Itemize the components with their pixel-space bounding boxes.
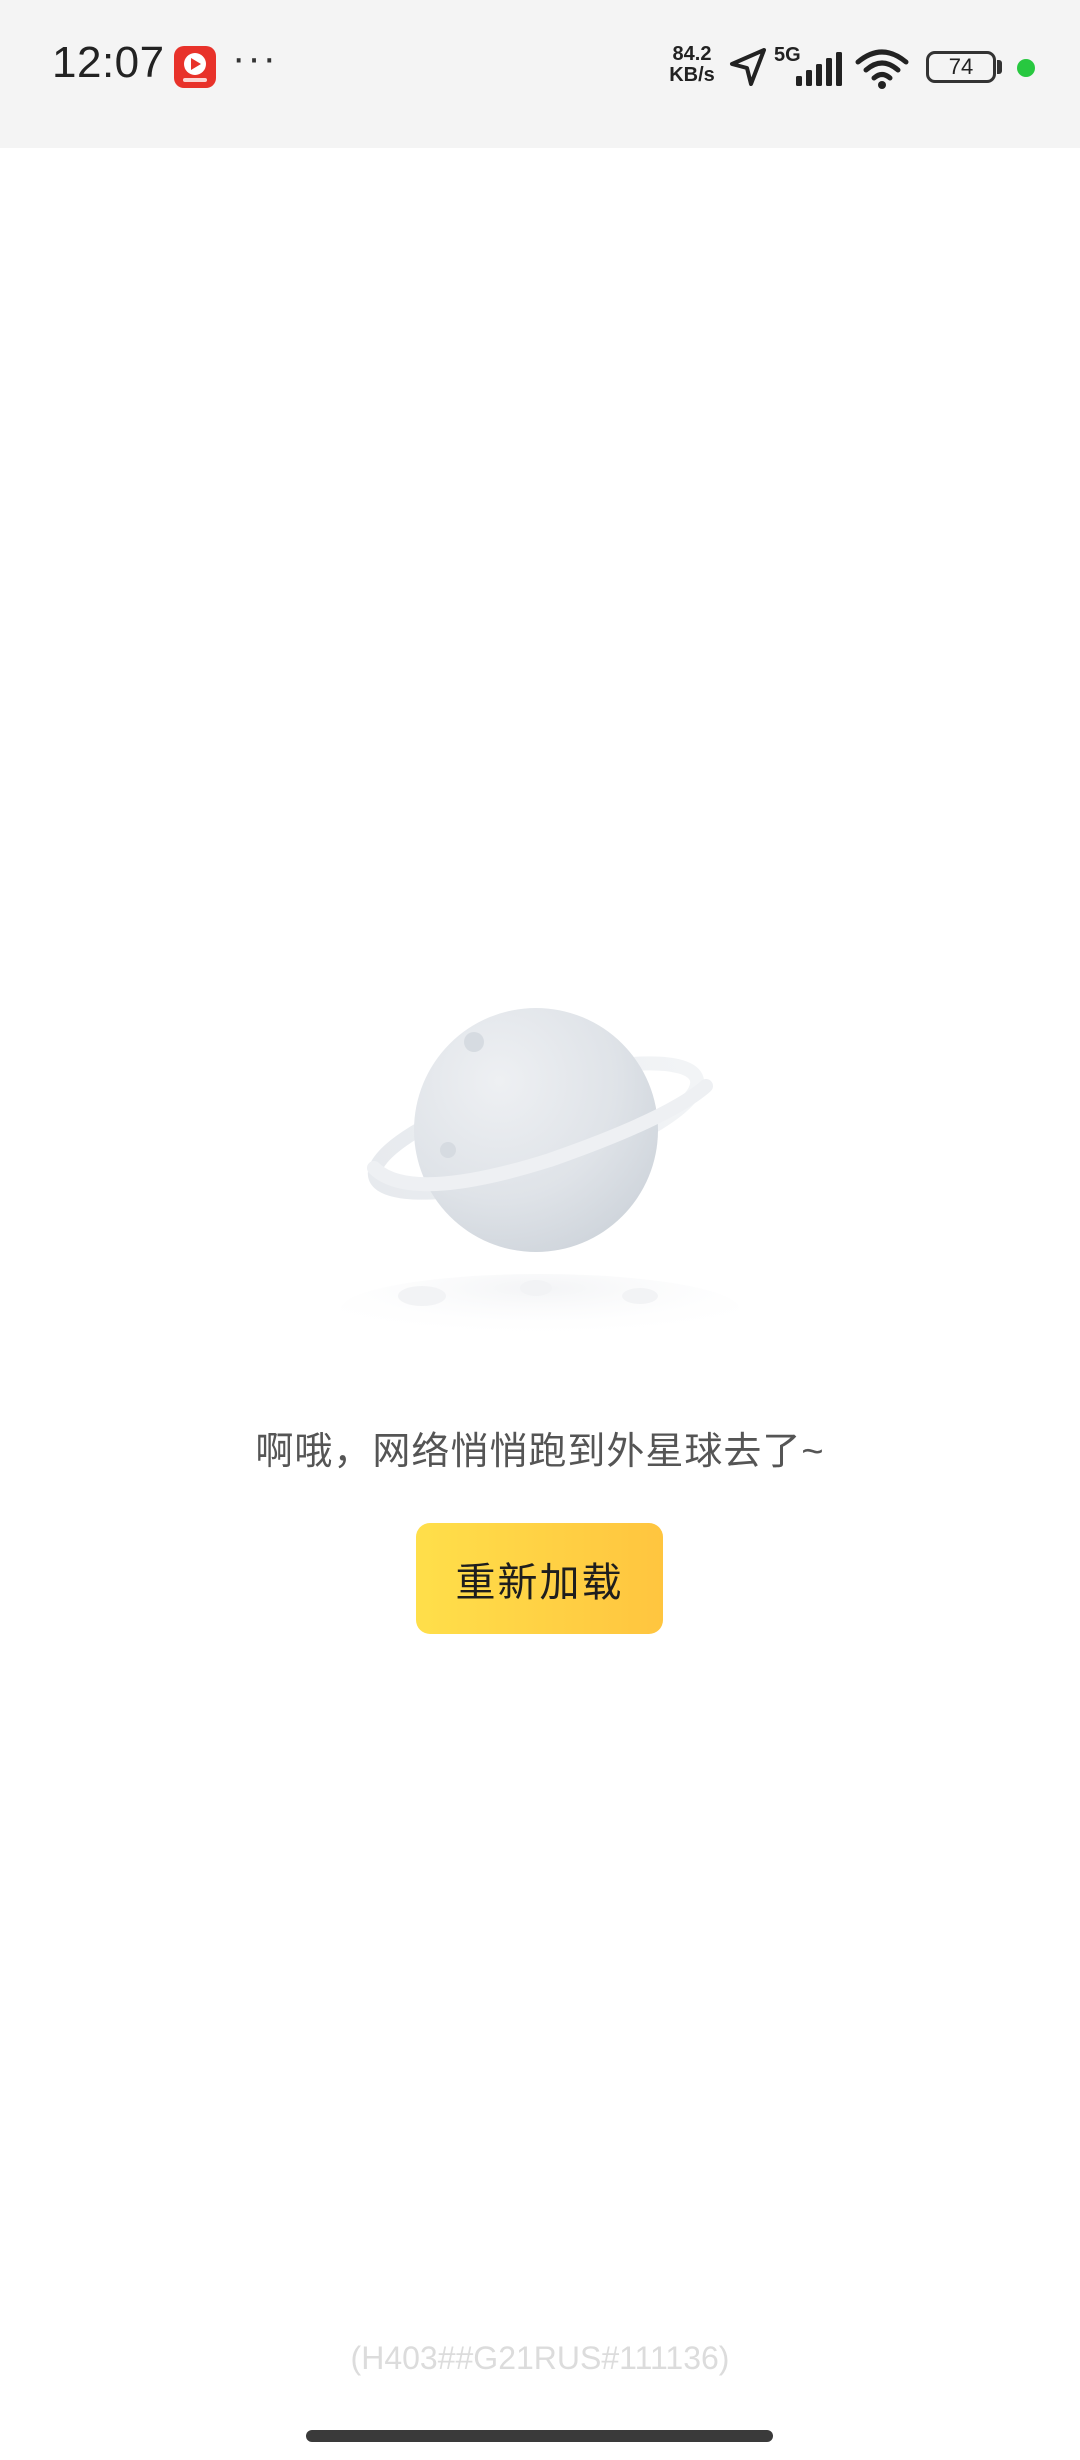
- more-notifications-icon: ···: [232, 36, 278, 80]
- wifi-icon: [855, 49, 909, 89]
- error-code: (H403##G21RUS#111136): [350, 2340, 730, 2376]
- cellular-signal-icon: [796, 52, 842, 86]
- planet-icon: [340, 1008, 740, 1346]
- status-time: 12:07: [52, 38, 165, 87]
- app-icon: [174, 46, 216, 88]
- location-arrow-icon: [730, 48, 766, 86]
- network-error-message: 啊哦，网络悄悄跑到外星球去了~: [255, 1431, 825, 1473]
- battery-level: 74: [948, 54, 974, 79]
- battery-terminal: [997, 60, 1002, 74]
- home-indicator[interactable]: [306, 2430, 773, 2442]
- screen: 12:07 ··· 84.2 KB/s 5G 74 啊哦，网络悄悄跑到外星球去了…: [0, 0, 1080, 2460]
- network-speed: 84.2 KB/s: [660, 44, 724, 86]
- battery-icon: 74: [926, 51, 996, 83]
- privacy-indicator-dot: [1017, 59, 1035, 77]
- network-speed-unit: KB/s: [669, 64, 715, 86]
- reload-button[interactable]: 重新加载: [416, 1523, 663, 1634]
- status-bar: 12:07 ··· 84.2 KB/s 5G 74: [0, 0, 1080, 148]
- network-speed-value: 84.2: [672, 43, 712, 65]
